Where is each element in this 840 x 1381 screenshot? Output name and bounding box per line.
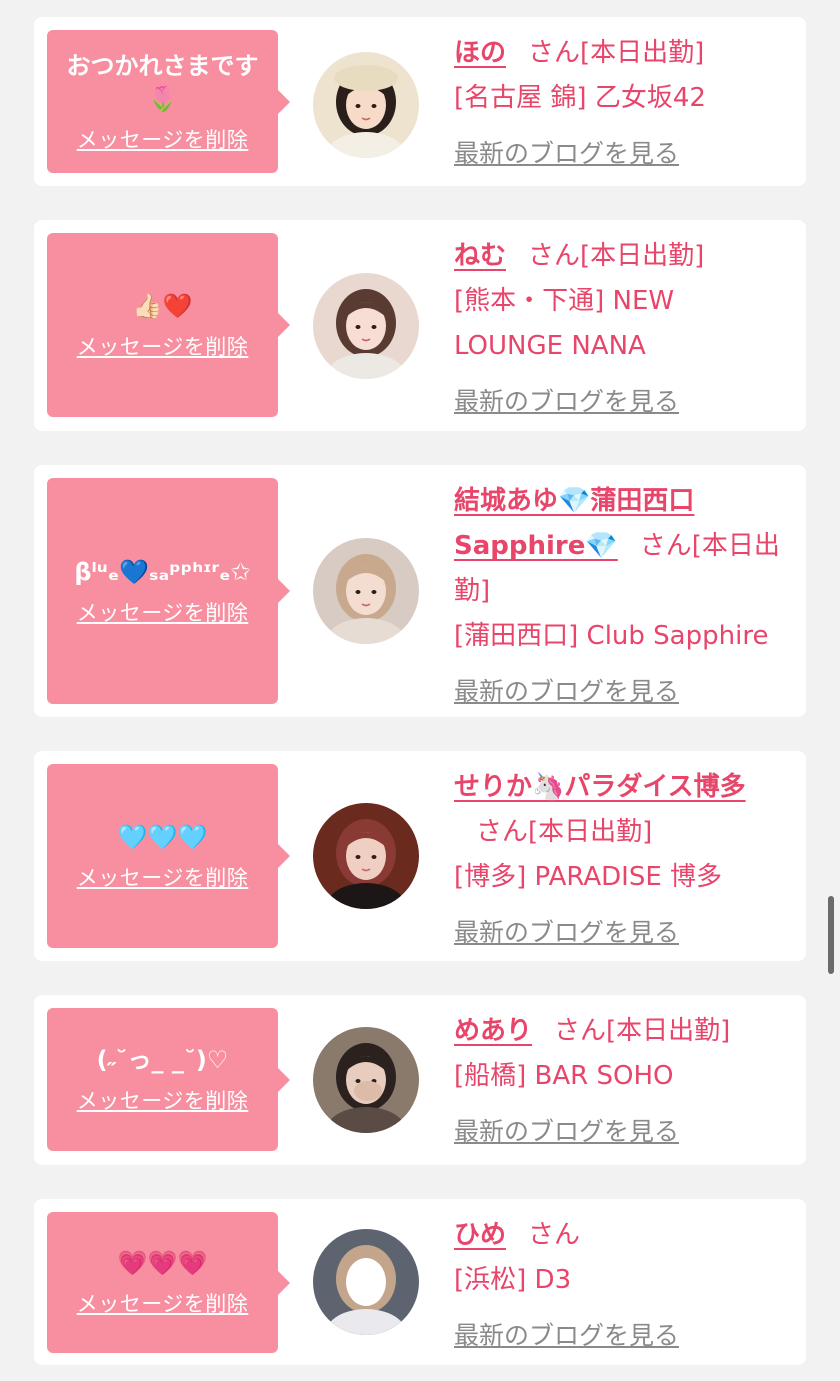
profile-name-link[interactable]: ひめ [454,1220,506,1250]
profile-name-link[interactable]: せりか🦄パラダイス博多 [454,772,746,802]
notification-card: 👍🏻❤️ メッセージを削除 ねむ さん[本日出勤] [熊本・下通] NEW LOUNGE… [34,220,806,431]
profile-info: 結城あゆ💎蒲田西口Sapphire💎 さん[本日出勤] [蒲田西口] Club Sa… [454,479,782,715]
girl-blurred-face-avatar[interactable] [313,1229,419,1335]
message-text: 👍🏻❤️ [132,291,193,320]
profile-info: ほの さん[本日出勤] [名古屋 錦] 乙女坂42 最新のブログを見る [454,31,782,177]
honorific-san: さん [639,531,692,561]
girl-hand-face-avatar[interactable] [313,1027,419,1133]
girl-cream-beret-avatar[interactable] [313,52,419,158]
scrollbar[interactable] [828,896,834,974]
message-text: 💗💗💗 [117,1249,208,1277]
notification-card: 🩵🩵🩵 メッセージを削除 せりか🦄パラダイス博多さん[本日出勤] [博多] PARAD… [34,751,806,961]
name-line: ほの さん[本日出勤] [454,31,782,76]
latest-blog-link[interactable]: 最新のブログを見る [454,669,679,714]
shop-name: [浜松] D3 [454,1265,572,1295]
latest-blog-link[interactable]: 最新のブログを見る [454,1313,679,1358]
message-text: (˶˘っ_ _˘)♡ [96,1046,229,1074]
message-bubble: おつかれさまです 🌷 メッセージを削除 [47,30,290,173]
notification-card: 💗💗💗 メッセージを削除 ひめ さん [浜松] D3 最新のブログを見る [34,1199,806,1365]
profile-info: めあり さん[本日出勤] [船橋] BAR SOHO 最新のブログを見る [454,1009,782,1155]
message-bubble: 🩵🩵🩵 メッセージを削除 [47,764,290,948]
name-line: ねむ さん[本日出勤] [454,234,782,279]
message-bubble: (˶˘っ_ _˘)♡ メッセージを削除 [47,1008,290,1151]
latest-blog-link[interactable]: 最新のブログを見る [454,910,679,955]
delete-message-link[interactable]: メッセージを削除 [77,1085,249,1115]
latest-blog-link[interactable]: 最新のブログを見る [454,1109,679,1154]
delete-message-link[interactable]: メッセージを削除 [77,862,249,892]
profile-name-link[interactable]: ほの [454,38,506,68]
honorific-san: さん [528,1220,581,1250]
attendance-status: [本日出勤] [580,241,705,271]
profile-info: ねむ さん[本日出勤] [熊本・下通] NEW LOUNGE NANA 最新のブログを… [454,234,782,425]
message-text: 🩵🩵🩵 [117,822,208,851]
honorific-san: さん [528,241,581,271]
honorific-san: さん [476,817,529,847]
delete-message-link[interactable]: メッセージを削除 [77,597,249,627]
notification-card: おつかれさまです 🌷 メッセージを削除 ほの さん[本日出勤] [名古屋 錦] 乙女坂4… [34,17,806,186]
notification-feed: おつかれさまです 🌷 メッセージを削除 ほの さん[本日出勤] [名古屋 錦] 乙女坂4… [0,0,840,1381]
honorific-san: さん [528,38,581,68]
name-line: せりか🦄パラダイス博多さん[本日出勤] [454,765,782,855]
latest-blog-link[interactable]: 最新のブログを見る [454,131,679,176]
shop-name: [名古屋 錦] 乙女坂42 [454,83,706,113]
girl-kimono-avatar[interactable] [313,538,419,644]
profile-info: ひめ さん [浜松] D3 最新のブログを見る [454,1213,782,1359]
attendance-status: [本日出勤] [580,38,705,68]
profile-info: せりか🦄パラダイス博多さん[本日出勤] [博多] PARADISE 博多最新のブロ… [454,765,782,956]
profile-name-link[interactable]: めあり [454,1016,532,1046]
message-bubble: βˡᵘₑ💙ₛₐᵖᵖʰᶦʳₑ✩ メッセージを削除 [47,478,290,704]
shop-name: [蒲田西口] Club Sapphire [454,621,769,651]
notification-card: βˡᵘₑ💙ₛₐᵖᵖʰᶦʳₑ✩ メッセージを削除 結城あゆ💎蒲田西口Sapphire💎… [34,465,806,717]
name-line: めあり さん[本日出勤] [454,1009,782,1054]
message-bubble: 💗💗💗 メッセージを削除 [47,1212,290,1353]
delete-message-link[interactable]: メッセージを削除 [77,1288,249,1318]
message-text: βˡᵘₑ💙ₛₐᵖᵖʰᶦʳₑ✩ [74,557,251,586]
message-bubble: 👍🏻❤️ メッセージを削除 [47,233,290,417]
delete-message-link[interactable]: メッセージを削除 [77,331,249,361]
girl-bangs-avatar[interactable] [313,273,419,379]
notification-card: (˶˘っ_ _˘)♡ メッセージを削除 めあり さん[本日出勤] [船橋] BAR SO… [34,995,806,1165]
shop-name: [熊本・下通] NEW LOUNGE NANA [454,286,675,361]
attendance-status: [本日出勤] [606,1016,731,1046]
name-line: ひめ さん [454,1213,782,1258]
shop-name: [船橋] BAR SOHO [454,1061,674,1091]
name-line: 結城あゆ💎蒲田西口Sapphire💎 さん[本日出勤] [454,479,782,614]
girl-red-hair-avatar[interactable] [313,803,419,909]
message-text: おつかれさまです 🌷 [66,51,259,113]
honorific-san: さん [554,1016,607,1046]
attendance-status: [本日出勤] [528,817,653,847]
profile-name-link[interactable]: ねむ [454,241,506,271]
latest-blog-link[interactable]: 最新のブログを見る [454,379,679,424]
delete-message-link[interactable]: メッセージを削除 [77,124,249,154]
shop-name: [博多] PARADISE 博多 [454,862,723,892]
